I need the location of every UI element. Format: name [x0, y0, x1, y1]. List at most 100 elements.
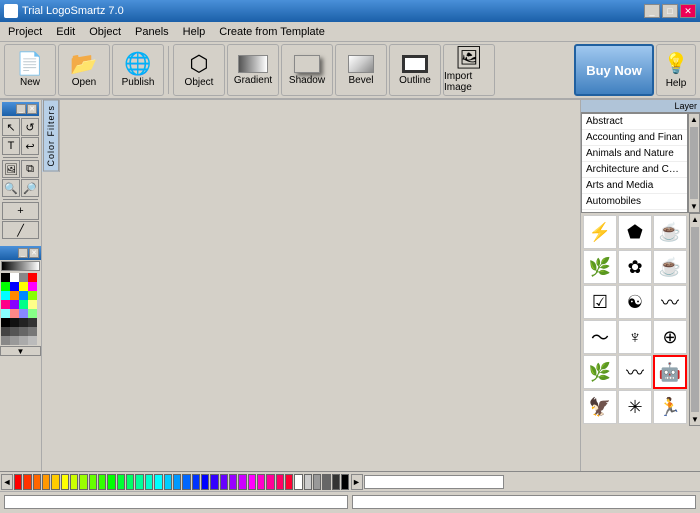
icon-cell[interactable]: 🦅: [583, 390, 617, 424]
outline-button[interactable]: Outline: [389, 44, 441, 96]
color-cell[interactable]: [1, 300, 10, 309]
icon-cell[interactable]: 〰: [653, 285, 687, 319]
color-cell[interactable]: [19, 300, 28, 309]
bottom-color-swatch[interactable]: [220, 474, 228, 490]
status-field-2[interactable]: [352, 495, 696, 509]
bottom-color-swatch[interactable]: [210, 474, 218, 490]
line-tool[interactable]: ╱: [2, 221, 39, 239]
bevel-button[interactable]: Bevel: [335, 44, 387, 96]
color-cell[interactable]: [1, 327, 10, 336]
color-cell[interactable]: [10, 300, 19, 309]
icon-cell[interactable]: ☯: [618, 285, 652, 319]
icon-scroll-thumb[interactable]: [691, 227, 699, 412]
bottom-color-swatch[interactable]: [313, 474, 321, 490]
color-cell[interactable]: [1, 336, 10, 345]
color-cell[interactable]: [10, 273, 19, 282]
layer-tab[interactable]: Layer: [581, 100, 700, 113]
color-bar-scroll-right[interactable]: ►: [351, 474, 363, 490]
select-tool[interactable]: ↖: [2, 118, 20, 136]
color-cell[interactable]: [19, 309, 28, 318]
color-cell[interactable]: [19, 327, 28, 336]
rotate-tool[interactable]: ↺: [21, 118, 39, 136]
color-cell[interactable]: [10, 291, 19, 300]
bottom-color-swatch[interactable]: [79, 474, 87, 490]
category-item[interactable]: Animals and Nature: [582, 146, 687, 162]
scroll-thumb[interactable]: [690, 127, 698, 199]
bottom-color-swatch[interactable]: [145, 474, 153, 490]
bottom-color-swatch[interactable]: [322, 474, 330, 490]
bottom-color-swatch[interactable]: [201, 474, 209, 490]
status-field-1[interactable]: [4, 495, 348, 509]
add-tool[interactable]: +: [2, 202, 39, 220]
color-cell[interactable]: [1, 318, 10, 327]
color-cell[interactable]: [10, 327, 19, 336]
menu-panels[interactable]: Panels: [129, 24, 175, 40]
bottom-color-swatch[interactable]: [266, 474, 274, 490]
bottom-color-swatch[interactable]: [304, 474, 312, 490]
menu-object[interactable]: Object: [83, 24, 127, 40]
bottom-color-swatch[interactable]: [248, 474, 256, 490]
menu-create-from-template[interactable]: Create from Template: [213, 24, 331, 40]
color-cell[interactable]: [19, 336, 28, 345]
icon-scrollbar[interactable]: ▲ ▼: [689, 213, 700, 426]
import-image-button[interactable]: 🖼 Import Image: [443, 44, 495, 96]
bottom-color-swatch[interactable]: [89, 474, 97, 490]
open-button[interactable]: 📂 Open: [58, 44, 110, 96]
menu-edit[interactable]: Edit: [50, 24, 81, 40]
bottom-color-swatch[interactable]: [135, 474, 143, 490]
icon-scroll-down[interactable]: ▼: [690, 414, 700, 425]
bottom-color-swatch[interactable]: [257, 474, 265, 490]
icon-cell[interactable]: 🤖: [653, 355, 687, 389]
zoom-out-tool[interactable]: 🔎: [21, 179, 39, 197]
icon-cell[interactable]: ⬟: [618, 215, 652, 249]
color-cell[interactable]: [28, 327, 37, 336]
shadow-button[interactable]: Shadow: [281, 44, 333, 96]
menu-help[interactable]: Help: [177, 24, 212, 40]
icon-cell[interactable]: ✿: [618, 250, 652, 284]
icon-cell[interactable]: ☑: [583, 285, 617, 319]
color-cell[interactable]: [1, 282, 10, 291]
bottom-color-swatch[interactable]: [98, 474, 106, 490]
category-scrollbar[interactable]: ▲ ▼: [688, 113, 700, 213]
flip-tool[interactable]: ↩: [21, 137, 39, 155]
icon-cell[interactable]: 〜: [583, 320, 617, 354]
bottom-color-swatch[interactable]: [117, 474, 125, 490]
bottom-color-swatch[interactable]: [173, 474, 181, 490]
icon-cell[interactable]: ✳: [618, 390, 652, 424]
icon-cell[interactable]: 🌿: [583, 355, 617, 389]
bottom-color-swatch[interactable]: [192, 474, 200, 490]
color-cell[interactable]: [19, 282, 28, 291]
category-item[interactable]: Abstract: [582, 114, 687, 130]
bottom-color-swatch[interactable]: [126, 474, 134, 490]
maximize-button[interactable]: □: [662, 4, 678, 18]
panel-close[interactable]: ✕: [27, 104, 37, 114]
color-cell[interactable]: [28, 318, 37, 327]
bottom-color-swatch[interactable]: [154, 474, 162, 490]
icon-cell[interactable]: ⚡: [583, 215, 617, 249]
color-cell[interactable]: [1, 291, 10, 300]
zoom-in-tool[interactable]: 🔍: [2, 179, 20, 197]
bottom-color-swatch[interactable]: [332, 474, 340, 490]
bottom-color-swatch[interactable]: [14, 474, 22, 490]
text-tool[interactable]: T: [2, 137, 20, 155]
color-cell[interactable]: [10, 318, 19, 327]
category-item[interactable]: Automobiles: [582, 194, 687, 210]
bottom-color-swatch[interactable]: [285, 474, 293, 490]
bottom-color-swatch[interactable]: [238, 474, 246, 490]
bottom-color-swatch[interactable]: [70, 474, 78, 490]
bottom-color-swatch[interactable]: [182, 474, 190, 490]
bottom-color-swatch[interactable]: [229, 474, 237, 490]
bottom-color-swatch[interactable]: [107, 474, 115, 490]
image-tool[interactable]: 🖼: [2, 160, 20, 178]
icon-scroll-up[interactable]: ▲: [690, 214, 700, 225]
buy-now-button[interactable]: Buy Now: [574, 44, 654, 96]
window-controls[interactable]: _ □ ✕: [644, 4, 696, 18]
object-button[interactable]: ⬡ Object: [173, 44, 225, 96]
gradient-button[interactable]: Gradient: [227, 44, 279, 96]
color-cell[interactable]: [28, 291, 37, 300]
bottom-color-swatch[interactable]: [23, 474, 31, 490]
bottom-color-swatch[interactable]: [61, 474, 69, 490]
icon-cell[interactable]: ☕: [653, 215, 687, 249]
category-item[interactable]: Accounting and Finan: [582, 130, 687, 146]
new-button[interactable]: 📄 New: [4, 44, 56, 96]
